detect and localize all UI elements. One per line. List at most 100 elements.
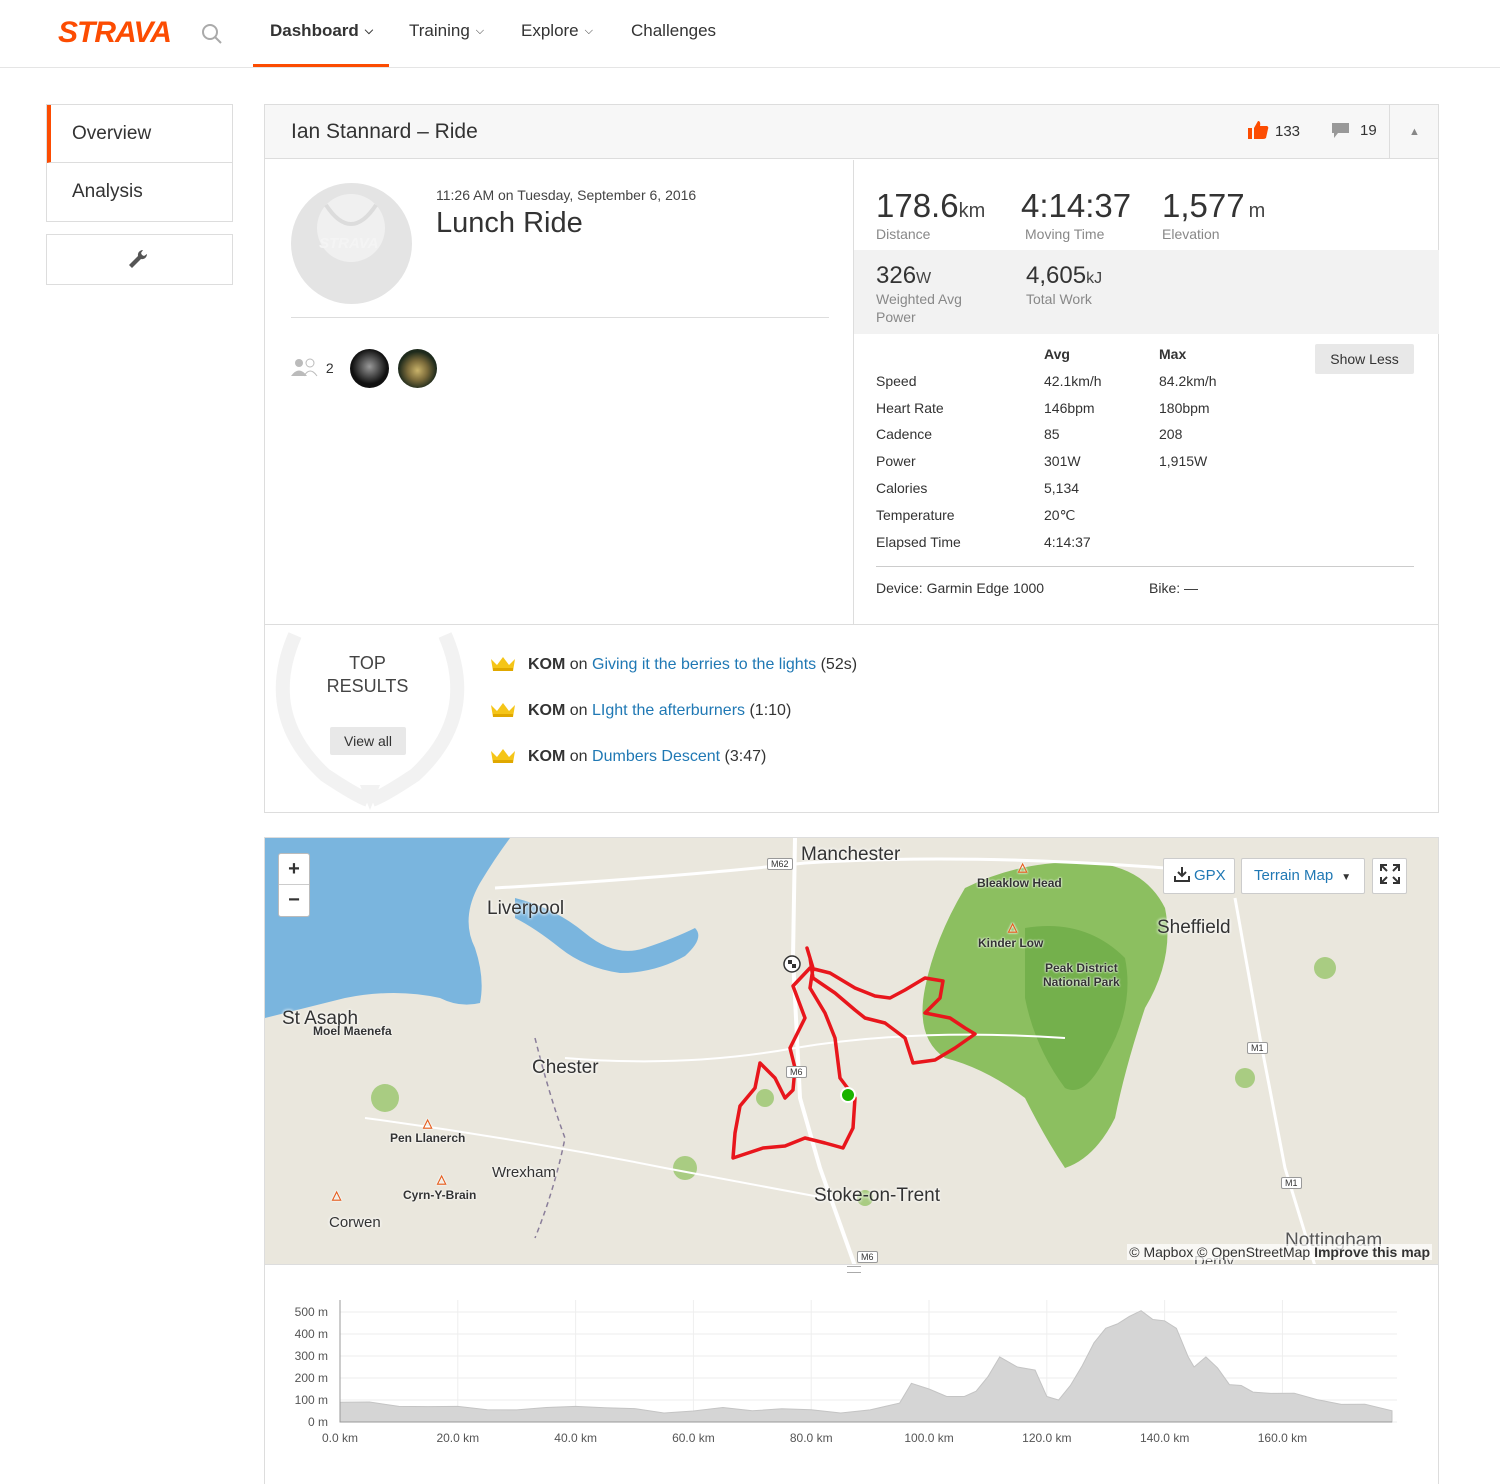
route-map[interactable]: Manchester Liverpool Sheffield St Asaph … xyxy=(264,837,1439,1265)
work-value: 4,605 xyxy=(1026,262,1087,289)
segment-link[interactable]: Giving it the berries to the lights xyxy=(592,656,816,673)
row-max: 208 xyxy=(1159,426,1183,442)
athlete-avatar[interactable]: STRAVA xyxy=(291,183,412,304)
peak-label-kinder: Kinder Low xyxy=(978,936,1044,950)
strava-logo[interactable]: STRAVA xyxy=(58,16,172,50)
nav-dashboard[interactable]: Dashboard ⌵ xyxy=(253,21,389,67)
sidebar-item-overview[interactable]: Overview xyxy=(47,105,232,163)
power-label-2: Power xyxy=(876,309,916,325)
segment-link[interactable]: LIght the afterburners xyxy=(592,702,745,719)
map-label-wrexham: Wrexham xyxy=(492,1164,556,1181)
elevation-area xyxy=(339,1310,1393,1423)
x-tick-label: 140.0 km xyxy=(1140,1431,1189,1445)
row-max: 180bpm xyxy=(1159,400,1210,416)
elevation-unit: m xyxy=(1248,200,1266,222)
peak-label-bleaklow: Bleaklow Head xyxy=(977,876,1062,890)
map-label-corwen: Corwen xyxy=(329,1214,381,1231)
achievement-type: KOM xyxy=(528,656,566,673)
show-less-button[interactable]: Show Less xyxy=(1315,344,1414,374)
x-tick-label: 0.0 km xyxy=(322,1431,358,1445)
divider-vertical xyxy=(853,160,854,625)
road-badge-m1: M1 xyxy=(1247,1042,1268,1054)
table-row: Temperature 20℃ xyxy=(876,507,1276,527)
divider xyxy=(291,317,829,318)
row-avg: 85 xyxy=(1044,426,1060,442)
x-tick-label: 160.0 km xyxy=(1258,1431,1307,1445)
x-tick-label: 120.0 km xyxy=(1022,1431,1071,1445)
peak-icon: △ xyxy=(1018,860,1028,874)
nav-challenges[interactable]: Challenges xyxy=(631,21,716,67)
athlete-avatar-1[interactable] xyxy=(350,349,389,388)
y-tick-label: 400 m xyxy=(295,1327,328,1341)
sidebar-item-analysis[interactable]: Analysis xyxy=(47,163,232,221)
sidebar-menu: Overview Analysis xyxy=(46,104,233,222)
road-badge-m62: M62 xyxy=(767,858,793,870)
nav-explore[interactable]: Explore ⌵ xyxy=(521,21,593,67)
achievement-on: on xyxy=(569,656,588,673)
achievement-time: (52s) xyxy=(820,656,858,673)
collapse-caret-icon[interactable]: ▲ xyxy=(1389,105,1439,159)
zoom-out-button[interactable]: − xyxy=(279,885,309,916)
row-avg: 146bpm xyxy=(1044,400,1095,416)
thumbs-up-icon xyxy=(1248,121,1269,139)
comments-button[interactable]: 19 xyxy=(1331,122,1377,139)
search-icon[interactable] xyxy=(200,22,224,46)
group-icon xyxy=(291,358,318,377)
map-label-liverpool: Liverpool xyxy=(487,898,565,919)
row-label: Heart Rate xyxy=(876,400,944,416)
row-label: Cadence xyxy=(876,426,933,442)
peak-icon: △ xyxy=(332,1188,342,1202)
row-label: Calories xyxy=(876,480,928,496)
elevation-value: 1,577 xyxy=(1162,187,1245,224)
sidebar-tool-button[interactable] xyxy=(46,234,233,285)
elevation-chart: 500 m 400 m 300 m 200 m 100 m 0 m 0.0 km 20.0 k… xyxy=(295,1300,1397,1445)
col-avg: Avg xyxy=(1044,346,1070,362)
map-label-stoke: Stoke-on-Trent xyxy=(814,1185,941,1206)
y-tick-label: 300 m xyxy=(295,1349,328,1363)
top-results-title: TOP RESULTS xyxy=(295,652,440,698)
work-label: Total Work xyxy=(1026,291,1092,307)
elevation-profile[interactable]: 500 m 400 m 300 m 200 m 100 m 0 m 0.0 km 20.0 k… xyxy=(264,1265,1439,1484)
bike-info: Bike: — xyxy=(1149,580,1199,596)
park-label-line1: Peak District xyxy=(1045,961,1118,975)
comment-icon xyxy=(1332,123,1349,138)
view-all-button[interactable]: View all xyxy=(330,727,406,755)
achievement-item: KOM on LIght the afterburners (1:10) xyxy=(490,701,791,720)
map-label-sheffield: Sheffield xyxy=(1157,917,1231,938)
park-label-line2: National Park xyxy=(1043,975,1120,989)
zoom-in-button[interactable]: + xyxy=(279,854,309,885)
row-avg: 4:14:37 xyxy=(1044,534,1091,550)
peak-icon: △ xyxy=(1008,920,1018,934)
chevron-down-icon: ⌵ xyxy=(584,25,593,37)
kudos-button[interactable]: 133 xyxy=(1247,120,1300,140)
distance-value: 178.6 xyxy=(876,187,959,224)
map-type-dropdown[interactable]: Terrain Map ▼ xyxy=(1241,858,1365,894)
row-max: 1,915W xyxy=(1159,453,1208,469)
fullscreen-button[interactable] xyxy=(1372,858,1407,894)
road-badge-m6: M6 xyxy=(786,1066,807,1078)
nav-training[interactable]: Training ⌵ xyxy=(409,21,484,67)
group-athletes[interactable]: 2 xyxy=(291,357,334,377)
work-unit: kJ xyxy=(1086,270,1103,287)
table-row: Cadence 85 208 xyxy=(876,426,1276,446)
moving-time-label: Moving Time xyxy=(1025,226,1105,242)
map-type-label: Terrain Map xyxy=(1254,867,1334,884)
athlete-avatar-2[interactable] xyxy=(398,349,437,388)
secondary-stats: 326W Weighted Avg Power 4,605kJ Total Wo… xyxy=(854,250,1439,334)
peak-icon: △ xyxy=(423,1116,433,1130)
elevation-label: Elevation xyxy=(1162,226,1220,242)
segment-link[interactable]: Dumbers Descent xyxy=(592,748,720,765)
divider xyxy=(876,566,1414,567)
achievement-item: KOM on Giving it the berries to the ligh… xyxy=(490,655,857,674)
gpx-download-button[interactable]: GPX xyxy=(1163,858,1235,894)
top-results-title-line2: RESULTS xyxy=(326,676,409,696)
x-tick-label: 20.0 km xyxy=(436,1431,479,1445)
nav-training-label: Training xyxy=(409,21,470,40)
top-results-badge: TOP RESULTS View all xyxy=(275,625,465,813)
activity-header-title: Ian Stannard – Ride xyxy=(291,120,478,143)
attribution-text[interactable]: © Mapbox © OpenStreetMap xyxy=(1129,1244,1310,1260)
finish-flag-icon xyxy=(783,955,801,973)
improve-map-link[interactable]: Improve this map xyxy=(1314,1244,1430,1260)
achievement-item: KOM on Dumbers Descent (3:47) xyxy=(490,747,766,766)
caret-down-icon: ▼ xyxy=(1341,872,1352,883)
